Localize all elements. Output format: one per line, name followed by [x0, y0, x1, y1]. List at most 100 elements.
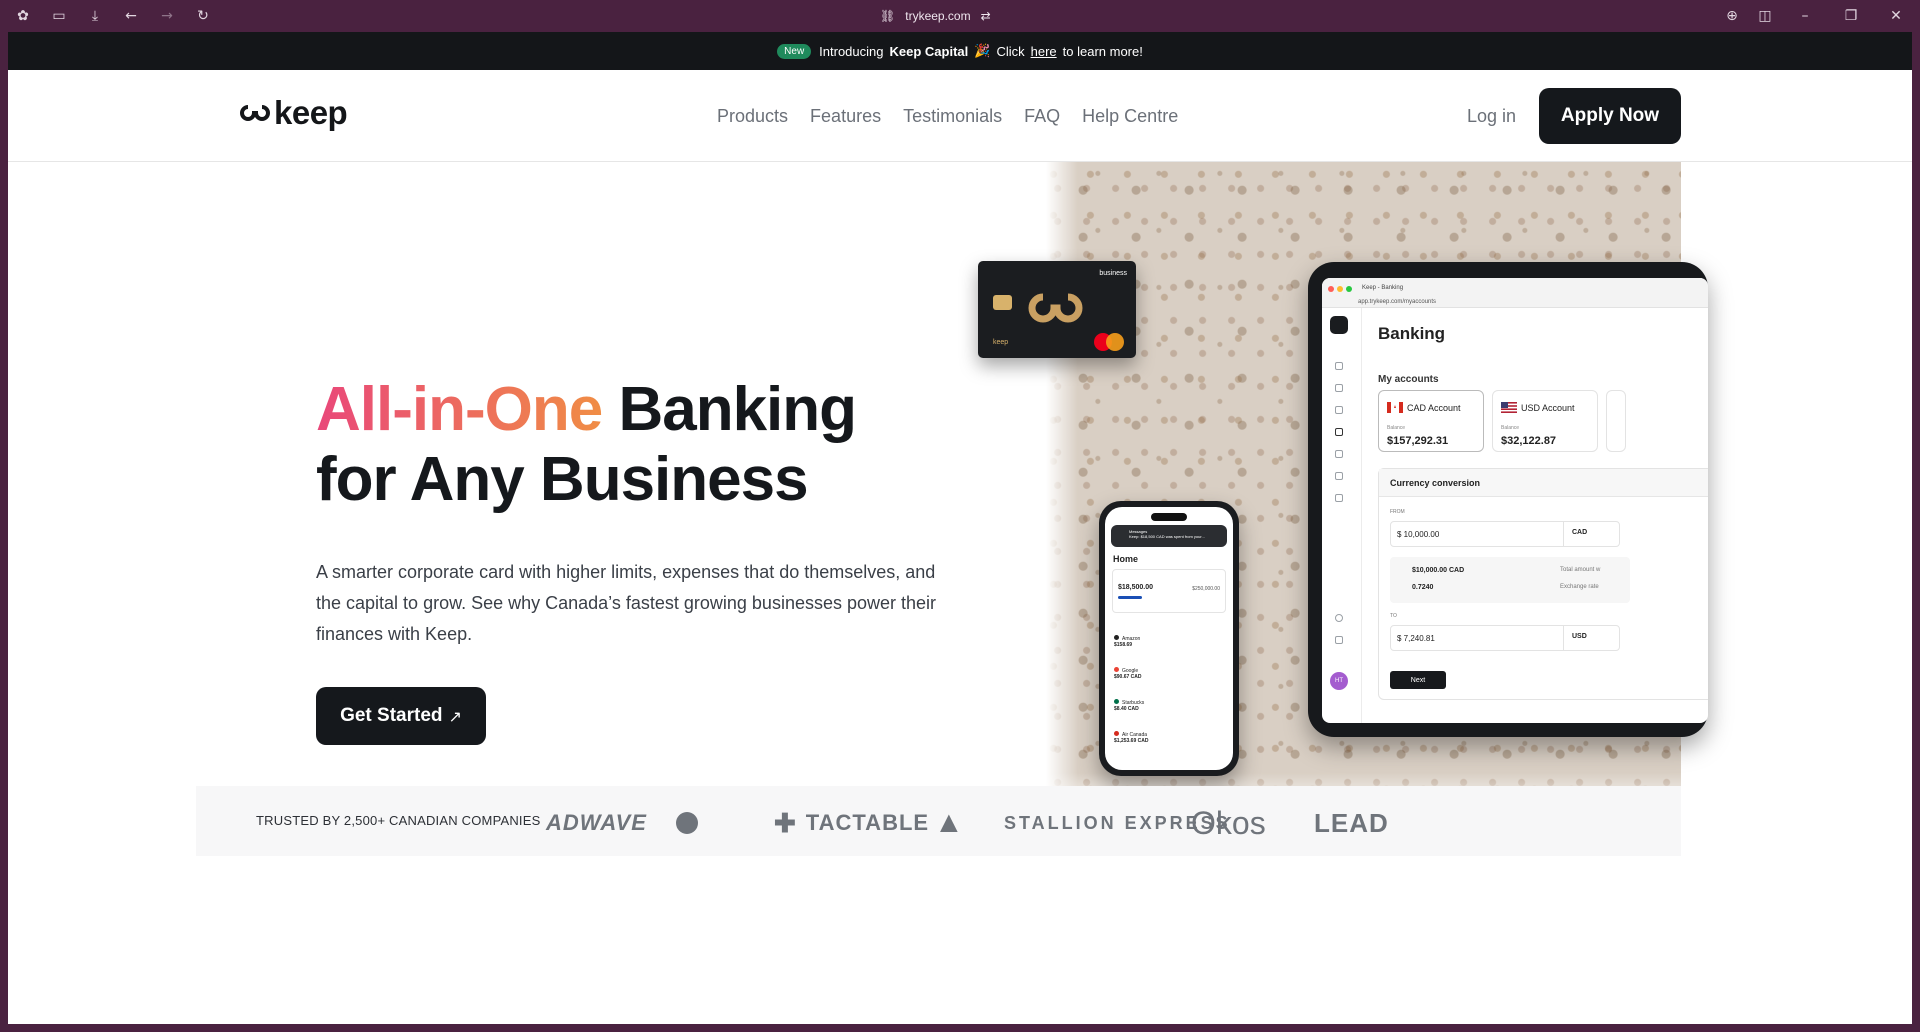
- to-currency: USD: [1563, 625, 1609, 651]
- next-button: Next: [1390, 671, 1446, 689]
- tablet-mockup: Keep - Banking app.trykeep.com/myaccount…: [1308, 262, 1708, 737]
- google-icon: [1114, 667, 1119, 672]
- settings-icon: [1335, 614, 1343, 622]
- phone-limit: $250,000.00: [1192, 586, 1220, 592]
- conversion-title: Currency conversion: [1379, 469, 1708, 497]
- forward-icon[interactable]: →: [158, 7, 176, 25]
- close-icon[interactable]: ✕: [1887, 7, 1905, 25]
- card-tier: business: [1099, 270, 1127, 277]
- lead-logo: LEAD: [1314, 807, 1389, 838]
- tablet-sidebar: HT: [1322, 308, 1362, 723]
- apply-now-button[interactable]: Apply Now: [1539, 88, 1681, 144]
- back-icon[interactable]: ←: [122, 7, 140, 25]
- site-header: keep Products Features Testimonials FAQ …: [8, 70, 1912, 162]
- trusted-logos-band: TRUSTED BY 2,500+ CANADIAN COMPANIES ADW…: [196, 786, 1681, 856]
- tactable-logo: ✚ TACTABLE: [774, 807, 930, 838]
- starbucks-icon: [1114, 699, 1119, 704]
- announcement-link[interactable]: here: [1031, 44, 1057, 59]
- adwave-logo: ADWAVE: [546, 810, 647, 835]
- keep-logo-icon: [240, 105, 270, 121]
- arrow-up-right-icon: ↗: [448, 706, 462, 726]
- phone-txn: Google $90.67 CAD: [1114, 667, 1142, 680]
- hero-subtitle: A smarter corporate card with higher lim…: [316, 562, 937, 644]
- phone-notification: Messages Keep: $18,500 CAD was spent fro…: [1111, 525, 1227, 547]
- amazon-icon: [1114, 635, 1119, 640]
- card-chip-icon: [993, 295, 1012, 310]
- phone-txn: Starbucks $8.40 CAD: [1114, 699, 1145, 712]
- announcement-bar: New Introducing Keep Capital 🎉 Click her…: [8, 32, 1912, 70]
- announcement-intro: Introducing: [819, 43, 884, 59]
- site-settings-icon[interactable]: ⇄: [981, 9, 991, 23]
- globe-icon[interactable]: ⊕: [1723, 7, 1741, 25]
- announcement-product: Keep Capital: [889, 43, 969, 59]
- from-currency: CAD: [1563, 521, 1609, 547]
- card-icon: [1335, 406, 1343, 414]
- document-icon: [1335, 384, 1343, 392]
- canada-flag-icon: [1387, 402, 1403, 413]
- minimize-icon[interactable]: –: [1796, 7, 1814, 25]
- keep-logo[interactable]: keep: [240, 94, 348, 132]
- download-icon[interactable]: ⤓: [86, 7, 104, 25]
- transfer-icon: [1335, 450, 1343, 458]
- us-flag-icon: [1501, 402, 1517, 413]
- phone-txn: Air Canada $1,253.69 CAD: [1114, 731, 1149, 744]
- get-started-button[interactable]: Get Started ↗: [316, 687, 486, 745]
- nav-testimonials[interactable]: Testimonials: [903, 106, 1002, 127]
- nav-faq[interactable]: FAQ: [1024, 106, 1060, 127]
- party-icon: 🎉: [974, 43, 991, 58]
- tablet-browser-bar: Keep - Banking app.trykeep.com/myaccount…: [1322, 278, 1708, 308]
- trusted-label: TRUSTED BY 2,500+ CANADIAN COMPANIES: [256, 813, 541, 828]
- nav-help-centre[interactable]: Help Centre: [1082, 106, 1178, 127]
- address-text: trykeep.com: [905, 9, 971, 23]
- okos-logo: Okos: [1191, 804, 1266, 841]
- phone-mockup: Messages Keep: $18,500 CAD was spent fro…: [1099, 501, 1239, 776]
- my-accounts-label: My accounts: [1378, 374, 1439, 385]
- restore-icon[interactable]: ❐: [1842, 7, 1860, 25]
- building-icon: [1335, 494, 1343, 502]
- phone-txn: Amazon $158.69: [1114, 635, 1141, 648]
- conversion-summary: $10,000.00 CAD 0.7240 Total amount w Exc…: [1390, 557, 1630, 603]
- link-icon: ⛓: [880, 9, 896, 23]
- cad-account-card: CAD Account Balance $157,292.31: [1378, 390, 1484, 452]
- mastercard-icon: [1094, 333, 1126, 351]
- sidebar-toggle-icon[interactable]: ▭: [50, 7, 68, 25]
- phone-balance-card: $18,500.00 $250,000.00: [1112, 569, 1226, 613]
- announcement-click: Click: [996, 43, 1025, 59]
- card-brand: keep: [993, 339, 1009, 346]
- main-menu: Products Features Testimonials FAQ Help …: [717, 106, 1178, 127]
- indigenous-logo-icon: [674, 806, 700, 840]
- tablet-logo-icon: [1330, 316, 1348, 334]
- reload-icon[interactable]: ↻: [194, 7, 212, 25]
- air-canada-icon: [1114, 731, 1119, 736]
- notification-text: Keep: $18,500 CAD was spent from your...: [1129, 534, 1205, 539]
- bank-icon: [1335, 428, 1343, 436]
- hero-title-line2: for Any Business: [316, 445, 809, 514]
- tablet-page-title: Banking: [1378, 324, 1446, 343]
- hero-title: All-in-One Banking for Any Business: [316, 375, 857, 515]
- split-view-icon[interactable]: ◫: [1756, 7, 1774, 25]
- bell-icon: [1335, 636, 1343, 644]
- get-started-label: Get Started: [340, 705, 443, 726]
- tablet-tab-title: Keep - Banking: [1362, 285, 1404, 291]
- nav-products[interactable]: Products: [717, 106, 788, 127]
- phone-balance: $18,500.00: [1118, 584, 1154, 591]
- keep-mark-icon: [1028, 293, 1083, 323]
- hero-title-line1: Banking: [618, 375, 857, 444]
- business-card-image: business keep: [978, 261, 1136, 358]
- web-page: New Introducing Keep Capital 🎉 Click her…: [8, 32, 1912, 1024]
- login-link[interactable]: Log in: [1467, 106, 1516, 127]
- a-logo-icon: ▲: [934, 806, 964, 839]
- home-icon: [1335, 362, 1343, 370]
- star-icon: [1335, 472, 1343, 480]
- tactable-logo-icon: ✚: [774, 807, 796, 838]
- phone-home-title: Home: [1113, 554, 1139, 564]
- usd-account-card: USD Account Balance $32,122.87: [1492, 390, 1598, 452]
- avatar: HT: [1330, 672, 1348, 690]
- address-bar[interactable]: ⛓ trykeep.com ⇄: [880, 7, 991, 25]
- account-card-partial: [1606, 390, 1626, 452]
- announcement-tail: to learn more!: [1062, 43, 1143, 59]
- hero-title-highlight: All-in-One: [316, 375, 603, 444]
- app-menu-icon[interactable]: ✿: [14, 7, 32, 25]
- currency-conversion-panel: Currency conversion FROM $ 10,000.00 CAD…: [1378, 468, 1708, 700]
- nav-features[interactable]: Features: [810, 106, 881, 127]
